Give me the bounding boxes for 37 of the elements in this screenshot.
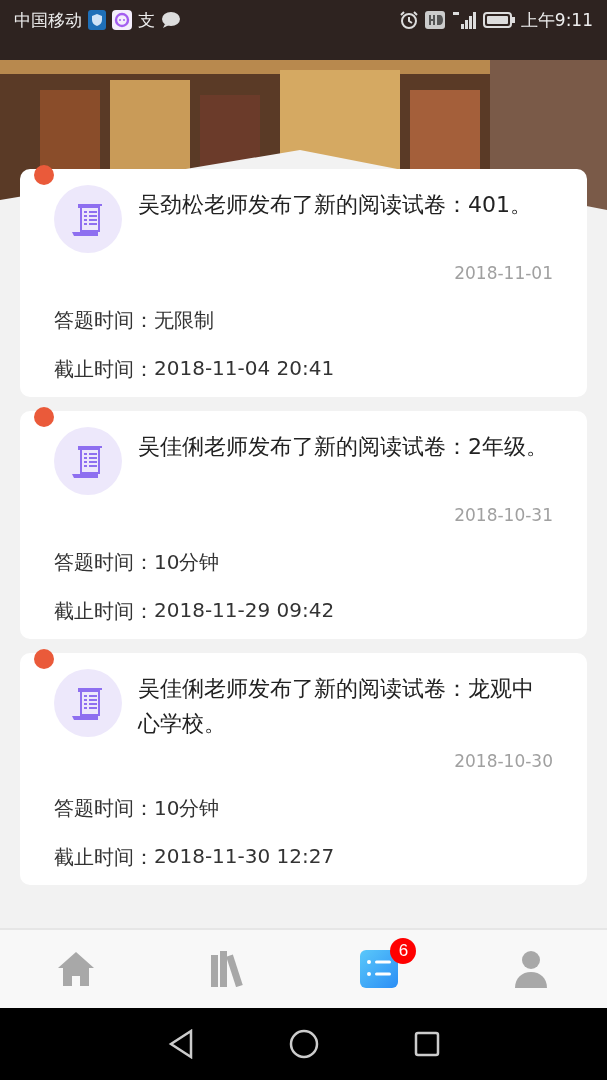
notice-date: 2018-11-01 <box>453 263 553 283</box>
field-value: 2018-11-04 20:41 <box>154 356 335 382</box>
field-label: 答题时间： <box>54 307 154 334</box>
field-label: 截止时间： <box>54 844 154 871</box>
field-label: 截止时间： <box>54 598 154 625</box>
field-value: 无限制 <box>154 307 214 334</box>
count-badge: 6 <box>390 938 417 964</box>
field-label: 截止时间： <box>54 356 154 383</box>
notice-card[interactable]: 吴劲松老师发布了新的阅读试卷：401。 2018-11-01 答题时间：无限制 截止时间：2018-11-04 20:41 <box>20 169 587 397</box>
signal-icon <box>450 10 477 30</box>
notice-date: 2018-10-31 <box>453 505 553 525</box>
field-label: 答题时间： <box>54 549 154 576</box>
field-value: 2018-11-30 12:27 <box>154 844 335 870</box>
carrier-name: 中国移动 <box>14 8 82 32</box>
field-value: 10分钟 <box>154 549 220 576</box>
notice-title: 吴佳俐老师发布了新的阅读试卷：龙观中心学校。 <box>138 675 535 738</box>
notice-date: 2018-10-30 <box>453 751 553 771</box>
battery-icon <box>482 12 515 28</box>
message-icon <box>161 11 181 29</box>
field-value: 2018-11-29 09:42 <box>154 598 335 624</box>
app-glyph: 支 <box>138 8 155 32</box>
shield-icon <box>88 10 106 30</box>
field-value: 10分钟 <box>154 795 220 822</box>
notice-card[interactable]: 吴佳俐老师发布了新的阅读试卷：2年级。 2018-10-31 答题时间：10分钟 截止时间：2018-11-29 09:42 <box>20 411 587 639</box>
hd-icon <box>424 11 445 29</box>
recents-icon[interactable] <box>413 1031 440 1057</box>
notice-card[interactable]: 吴佳俐老师发布了新的阅读试卷：龙观中心学校。 2018-10-30 答题时间：10分钟 截止时间：2018-11-30 12:27 <box>20 653 587 885</box>
alarm-icon <box>398 10 419 30</box>
notice-title: 吴佳俐老师发布了新的阅读试卷：2年级。 <box>138 433 549 461</box>
back-icon[interactable] <box>167 1029 194 1059</box>
home-circle-icon[interactable] <box>288 1029 319 1059</box>
chat-app-icon <box>112 10 132 30</box>
clock-time: 上午9:11 <box>520 8 593 32</box>
field-label: 答题时间： <box>54 795 154 822</box>
person-icon <box>514 950 549 988</box>
notice-title: 吴劲松老师发布了新的阅读试卷：401。 <box>138 191 533 219</box>
list-icon <box>360 950 399 988</box>
